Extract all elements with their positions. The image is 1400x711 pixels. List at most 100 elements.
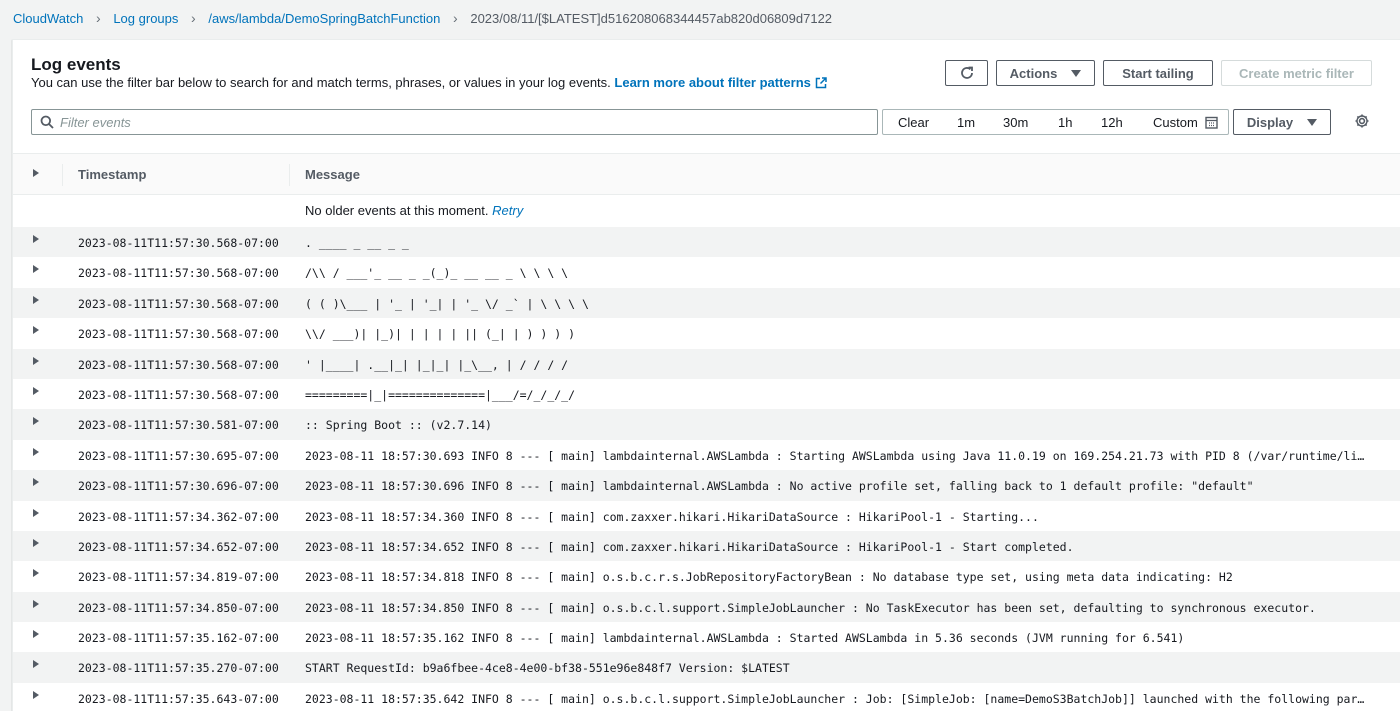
log-event-row[interactable]: 2023-08-11T11:57:30.695-07:00 2023-08-11 …	[13, 440, 1400, 470]
range-30m-button[interactable]: 30m	[1003, 115, 1028, 130]
create-metric-filter-label: Create metric filter	[1239, 65, 1354, 81]
log-event-row[interactable]: 2023-08-11T11:57:30.581-07:00:: Spring B…	[13, 409, 1400, 440]
range-custom-button[interactable]: Custom	[1153, 115, 1198, 130]
expand-row-icon[interactable]	[33, 599, 39, 608]
calendar-icon[interactable]	[1205, 116, 1218, 129]
log-message: \\/ ___)| |_)| | | | | || (_| | ) ) ) )	[305, 327, 576, 342]
start-tailing-label: Start tailing	[1122, 65, 1194, 81]
log-event-row[interactable]: 2023-08-11T11:57:30.568-07:00 ( ( )\___ |…	[13, 287, 1400, 319]
log-timestamp: 2023-08-11T11:57:30.568-07:00	[78, 327, 279, 342]
gear-icon[interactable]	[1354, 113, 1370, 129]
log-timestamp: 2023-08-11T11:57:34.362-07:00	[78, 509, 279, 524]
retry-link[interactable]: Retry	[492, 203, 523, 218]
log-message: 2023-08-11 18:57:35.642 INFO 8 --- [ mai…	[305, 691, 1369, 706]
breadcrumb: CloudWatch › Log groups › /aws/lambda/De…	[13, 9, 832, 27]
expand-row-icon[interactable]	[33, 295, 39, 304]
log-event-row[interactable]: 2023-08-11T11:57:35.643-07:00 2023-08-11 …	[13, 683, 1400, 711]
log-timestamp: 2023-08-11T11:57:34.850-07:00	[78, 600, 279, 615]
log-event-row[interactable]: 2023-08-11T11:57:35.270-07:00 START Reque…	[13, 652, 1400, 683]
log-event-row[interactable]: 2023-08-11T11:57:34.819-07:00 2023-08-11 …	[13, 561, 1400, 591]
display-dropdown-button[interactable]: Display	[1233, 109, 1331, 135]
expand-row-icon[interactable]	[33, 326, 39, 335]
log-event-row[interactable]: 2023-08-11T11:57:30.568-07:00 /\\ / ___'_…	[13, 257, 1400, 287]
search-icon	[40, 115, 54, 129]
breadcrumb-log-stream: 2023/08/11/[$LATEST]d516208068344457ab82…	[470, 10, 833, 26]
expand-row-icon[interactable]	[33, 356, 39, 365]
chevron-right-icon: ›	[95, 10, 101, 26]
log-event-row[interactable]: 2023-08-11T11:57:30.568-07:00 . ____ _ __…	[13, 227, 1400, 258]
expand-row-icon[interactable]	[33, 508, 39, 517]
log-message: 2023-08-11 18:57:30.693 INFO 8 --- [ mai…	[305, 448, 1369, 463]
expand-row-icon[interactable]	[33, 660, 39, 669]
log-timestamp: 2023-08-11T11:57:30.568-07:00	[78, 296, 279, 311]
log-events-panel: Log events You can use the filter bar be…	[12, 39, 1400, 711]
log-timestamp: 2023-08-11T11:57:35.270-07:00	[78, 661, 279, 676]
log-timestamp: 2023-08-11T11:57:30.568-07:00	[78, 387, 279, 402]
start-tailing-button[interactable]: Start tailing	[1103, 60, 1213, 86]
column-divider	[289, 164, 290, 186]
chevron-right-icon: ›	[191, 10, 196, 26]
expand-row-icon[interactable]	[33, 265, 39, 274]
expand-row-icon[interactable]	[33, 569, 39, 578]
breadcrumb-log-groups-link[interactable]: Log groups	[113, 11, 178, 26]
range-clear-button[interactable]: Clear	[898, 115, 929, 130]
expand-row-icon[interactable]	[33, 447, 39, 456]
log-table-header: Timestamp Message	[13, 153, 1400, 195]
log-message: /\\ / ___'_ __ _ _(_)_ __ __ _ \ \ \ \	[305, 266, 569, 281]
no-older-events-notice: No older events at this moment. Retry	[305, 203, 523, 218]
log-timestamp: 2023-08-11T11:57:30.568-07:00	[78, 236, 279, 250]
log-timestamp: 2023-08-11T11:57:34.652-07:00	[78, 539, 279, 554]
log-events-list: 2023-08-11T11:57:30.568-07:00 . ____ _ __…	[13, 227, 1400, 711]
log-message: 2023-08-11 18:57:34.652 INFO 8 --- [ mai…	[305, 539, 1074, 554]
expand-row-icon[interactable]	[33, 478, 39, 487]
time-range-selector: Clear 1m 30m 1h 12h Custom	[882, 109, 1229, 135]
column-divider	[62, 164, 63, 186]
log-event-row[interactable]: 2023-08-11T11:57:30.696-07:00 2023-08-11 …	[13, 470, 1400, 501]
log-timestamp: 2023-08-11T11:57:30.581-07:00	[78, 418, 279, 433]
log-message: ' |____| .__|_| |_|_| |_\__, | / / / /	[305, 357, 569, 372]
external-link-icon	[815, 77, 827, 89]
range-12h-button[interactable]: 12h	[1101, 115, 1123, 130]
create-metric-filter-button[interactable]: Create metric filter	[1221, 60, 1372, 86]
expand-row-icon[interactable]	[33, 235, 39, 243]
log-event-row[interactable]: 2023-08-11T11:57:34.850-07:00 2023-08-11 …	[13, 591, 1400, 623]
log-message: 2023-08-11 18:57:34.360 INFO 8 --- [ mai…	[305, 509, 1039, 524]
learn-more-label: Learn more about filter patterns	[614, 75, 811, 90]
column-header-timestamp[interactable]: Timestamp	[78, 167, 146, 182]
expand-row-icon[interactable]	[33, 417, 39, 426]
no-older-events-text: No older events at this moment.	[305, 203, 489, 218]
expand-row-icon[interactable]	[33, 690, 39, 699]
log-message: 2023-08-11 18:57:30.696 INFO 8 --- [ mai…	[305, 479, 1254, 494]
log-timestamp: 2023-08-11T11:57:30.695-07:00	[78, 448, 279, 463]
log-event-row[interactable]: 2023-08-11T11:57:30.568-07:00 =========|_…	[13, 379, 1400, 409]
display-label: Display	[1246, 114, 1294, 130]
log-event-row[interactable]: 2023-08-11T11:57:30.568-07:00 ' |____| ._…	[13, 348, 1400, 379]
log-message: 2023-08-11 18:57:34.818 INFO 8 --- [ mai…	[305, 570, 1233, 585]
log-message: 2023-08-11 18:57:35.162 INFO 8 --- [ mai…	[305, 631, 1185, 646]
expand-row-icon[interactable]	[33, 630, 39, 639]
actions-dropdown-button[interactable]: Actions	[996, 60, 1095, 86]
expand-row-icon[interactable]	[33, 386, 39, 395]
log-event-row[interactable]: 2023-08-11T11:57:34.362-07:00 2023-08-11 …	[13, 501, 1400, 531]
page-title: Log events	[31, 55, 121, 74]
refresh-button[interactable]	[945, 60, 988, 86]
breadcrumb-cloudwatch-link[interactable]: CloudWatch	[13, 11, 83, 26]
log-timestamp: 2023-08-11T11:57:34.819-07:00	[78, 570, 279, 585]
log-message: START RequestId: b9a6fbee-4ce8-4e00-bf38…	[305, 661, 790, 676]
log-timestamp: 2023-08-11T11:57:30.568-07:00	[78, 357, 279, 372]
column-header-message[interactable]: Message	[305, 167, 360, 182]
range-1m-button[interactable]: 1m	[957, 115, 975, 130]
filter-events-field[interactable]	[31, 109, 878, 135]
log-timestamp: 2023-08-11T11:57:35.643-07:00	[78, 691, 279, 706]
breadcrumb-log-group-link[interactable]: /aws/lambda/DemoSpringBatchFunction	[208, 11, 440, 26]
log-event-row[interactable]: 2023-08-11T11:57:34.652-07:00 2023-08-11 …	[13, 530, 1400, 562]
expand-row-icon[interactable]	[33, 538, 39, 547]
expand-all-toggle-icon[interactable]	[33, 169, 39, 177]
filter-events-input[interactable]	[60, 110, 860, 134]
chevron-right-icon: ›	[453, 10, 458, 26]
log-event-row[interactable]: 2023-08-11T11:57:35.162-07:00 2023-08-11 …	[13, 622, 1400, 652]
range-1h-button[interactable]: 1h	[1058, 115, 1072, 130]
description-text: You can use the filter bar below to sear…	[31, 75, 611, 90]
log-event-row[interactable]: 2023-08-11T11:57:30.568-07:00 \\/ ___)| |…	[13, 318, 1400, 348]
learn-more-link[interactable]: Learn more about filter patterns	[614, 75, 827, 90]
